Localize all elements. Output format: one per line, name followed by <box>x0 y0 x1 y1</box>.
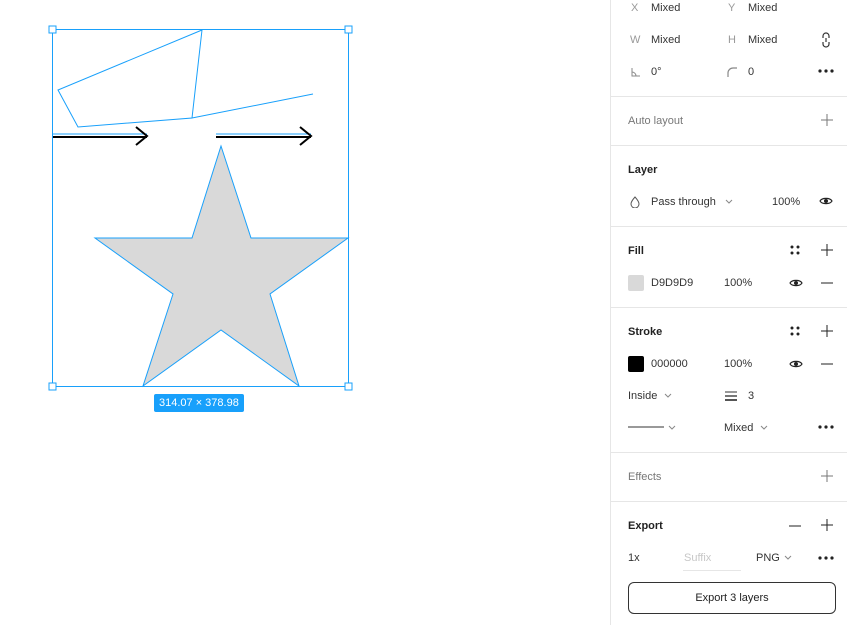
effects-title: Effects <box>628 471 662 483</box>
add-export-icon[interactable] <box>821 519 833 531</box>
visibility-eye-icon[interactable] <box>789 278 803 288</box>
blend-mode-icon <box>630 196 640 208</box>
export-scale-field[interactable]: 1x <box>628 551 640 565</box>
style-grid-icon[interactable] <box>790 245 800 255</box>
more-options-icon[interactable] <box>818 556 834 560</box>
h-field[interactable]: Mixed <box>748 33 777 47</box>
divider <box>611 501 847 502</box>
remove-export-icon[interactable] <box>789 525 801 527</box>
stroke-hex-field[interactable]: 000000 <box>651 357 688 371</box>
blend-mode-select[interactable]: Pass through <box>651 195 716 209</box>
x-field[interactable]: Mixed <box>651 1 680 15</box>
stroke-opacity-field[interactable]: 100% <box>724 357 752 371</box>
rotation-icon <box>631 68 640 77</box>
x-label: X <box>631 2 639 14</box>
add-effect-icon[interactable] <box>821 470 833 482</box>
rotation-field[interactable]: 0° <box>651 65 662 79</box>
stroke-weight-field[interactable]: 3 <box>748 389 754 403</box>
fill-color-swatch[interactable] <box>628 275 644 291</box>
constrain-proportions-icon[interactable] <box>820 32 832 48</box>
selection-size-label: 314.07 × 378.98 <box>154 394 244 412</box>
canvas-artwork[interactable] <box>0 0 610 625</box>
more-options-icon[interactable] <box>818 69 834 73</box>
w-label: W <box>630 34 641 46</box>
y-field[interactable]: Mixed <box>748 1 777 15</box>
remove-stroke-icon[interactable] <box>821 363 833 365</box>
properties-panel: X Mixed Y Mixed W Mixed H Mixed 0° 0 Aut… <box>610 0 847 625</box>
remove-fill-icon[interactable] <box>821 282 833 284</box>
auto-layout-title: Auto layout <box>628 115 684 127</box>
more-options-icon[interactable] <box>818 425 834 429</box>
corner-radius-field[interactable]: 0 <box>748 65 754 79</box>
fill-opacity-field[interactable]: 100% <box>724 276 752 290</box>
corner-radius-icon <box>727 67 737 77</box>
add-fill-icon[interactable] <box>821 244 833 256</box>
design-canvas[interactable]: 314.07 × 378.98 <box>0 0 610 625</box>
add-auto-layout-icon[interactable] <box>821 114 833 126</box>
resize-handle-tl[interactable] <box>48 25 57 34</box>
divider <box>611 96 847 97</box>
export-button[interactable]: Export 3 layers <box>628 582 836 614</box>
style-grid-icon[interactable] <box>790 326 800 336</box>
visibility-eye-icon[interactable] <box>789 359 803 369</box>
export-title: Export <box>628 520 663 532</box>
chevron-down-icon[interactable] <box>664 393 672 398</box>
fill-hex-field[interactable]: D9D9D9 <box>651 276 693 290</box>
suffix-placeholder: Suffix <box>684 552 712 564</box>
divider <box>611 307 847 308</box>
export-suffix-input[interactable]: Suffix <box>683 549 741 571</box>
stroke-title: Stroke <box>628 326 663 338</box>
arrow-right[interactable] <box>216 126 313 146</box>
fill-title: Fill <box>628 245 644 257</box>
stroke-style-select[interactable]: Mixed <box>724 421 753 435</box>
resize-handle-br[interactable] <box>344 382 353 391</box>
layer-opacity-field[interactable]: 100% <box>772 195 800 209</box>
chevron-down-icon[interactable] <box>760 425 768 430</box>
resize-handle-tr[interactable] <box>344 25 353 34</box>
h-label: H <box>728 34 736 46</box>
resize-handle-bl[interactable] <box>48 382 57 391</box>
divider <box>611 452 847 453</box>
star-shape[interactable] <box>93 144 350 388</box>
chevron-down-icon[interactable] <box>668 425 676 430</box>
add-stroke-icon[interactable] <box>821 325 833 337</box>
divider <box>611 226 847 227</box>
stroke-style-line-icon[interactable] <box>628 426 664 428</box>
visibility-eye-icon[interactable] <box>819 196 833 206</box>
chevron-down-icon[interactable] <box>784 555 792 560</box>
divider <box>611 145 847 146</box>
w-field[interactable]: Mixed <box>651 33 680 47</box>
stroke-color-swatch[interactable] <box>628 356 644 372</box>
export-format-select[interactable]: PNG <box>756 551 780 565</box>
arrow-left[interactable] <box>52 126 149 146</box>
stroke-position-select[interactable]: Inside <box>628 389 657 403</box>
y-label: Y <box>728 2 736 14</box>
chevron-down-icon[interactable] <box>725 199 733 204</box>
stroke-weight-icon <box>725 391 737 401</box>
quad-shape[interactable] <box>57 29 314 128</box>
layer-title: Layer <box>628 164 658 176</box>
